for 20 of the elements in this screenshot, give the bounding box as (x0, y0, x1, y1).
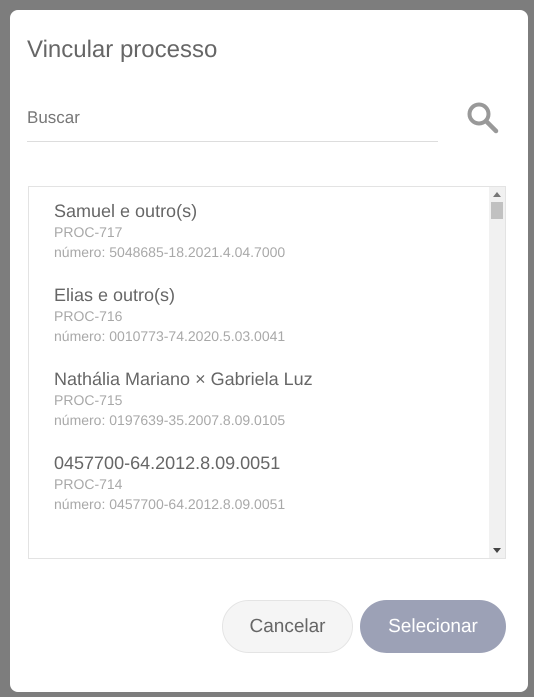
process-number: número: 0197639-35.2007.8.09.0105 (54, 411, 286, 430)
process-title[interactable]: Elias e outro(s) (54, 284, 489, 306)
search-icon[interactable] (466, 101, 500, 135)
scrollbar[interactable] (489, 187, 505, 558)
scroll-down-icon[interactable] (493, 548, 501, 553)
search-field[interactable]: Buscar (27, 100, 438, 142)
process-number: número: 0010773-74.2020.5.03.0041 (54, 327, 286, 346)
process-title[interactable]: Nathália Mariano × Gabriela Luz (54, 368, 489, 390)
process-code: PROC-717 (54, 223, 124, 242)
process-title[interactable]: 0457700-64.2012.8.09.0051 (54, 452, 489, 474)
dialog-title: Vincular processo (27, 35, 218, 65)
scroll-up-icon[interactable] (493, 192, 501, 197)
cancel-button[interactable]: Cancelar (222, 600, 353, 653)
scroll-thumb[interactable] (491, 202, 503, 219)
process-number: número: 5048685-18.2021.4.04.7000 (54, 243, 286, 262)
process-title[interactable]: Samuel e outro(s) (54, 200, 489, 222)
process-code: PROC-714 (54, 475, 124, 494)
process-number: número: 0457700-64.2012.8.09.0051 (54, 495, 286, 514)
process-code: PROC-715 (54, 391, 124, 410)
process-code: PROC-716 (54, 307, 124, 326)
